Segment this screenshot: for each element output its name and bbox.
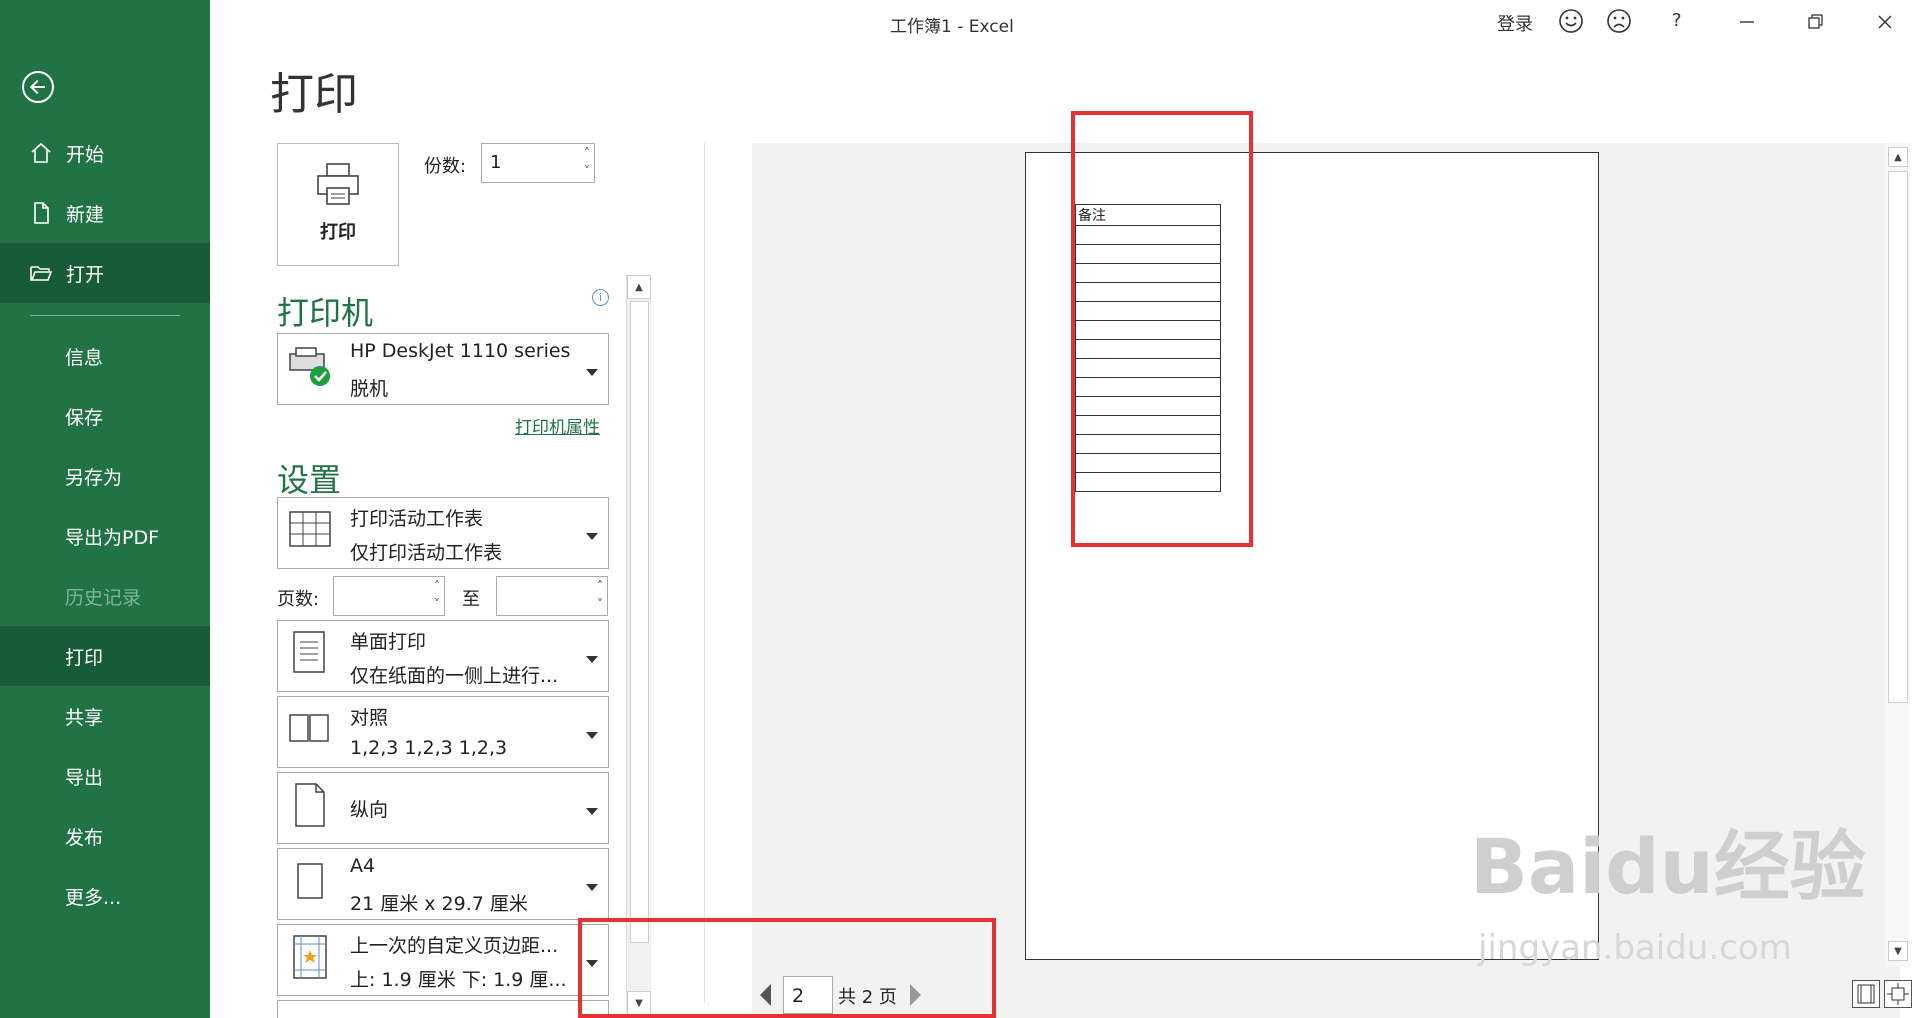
collate-icon	[286, 705, 334, 753]
scroll-thumb[interactable]	[1888, 171, 1908, 703]
margins-dropdown[interactable]: 上一次的自定义页边距... 上: 1.9 厘米 下: 1.9 厘...	[277, 924, 609, 996]
page-title: 打印	[270, 69, 358, 120]
scroll-up-icon[interactable]: ▲	[627, 275, 651, 299]
printer-properties-link[interactable]: 打印机属性	[515, 413, 600, 438]
spin-up-icon[interactable]: ˄	[597, 579, 603, 593]
pages-to-label: 至	[462, 589, 480, 610]
sidebar-item-export[interactable]: 导出	[0, 746, 210, 806]
printer-heading: 打印机	[277, 294, 374, 332]
highlight-box-table	[1071, 111, 1253, 547]
sidebar-divider	[30, 315, 180, 316]
window-title: 工作簿1 - Excel	[890, 17, 1014, 37]
preview-scrollbar[interactable]: ▲ ▼	[1886, 143, 1910, 967]
portrait-page-icon	[286, 781, 334, 829]
total-pages-label: 共 2 页	[838, 987, 897, 1008]
backstage-sidebar: 开始 新建 打开 信息 保存 另存为 导出为PDF 历史记录 打印 共享 导出 …	[0, 0, 210, 1018]
sidebar-item-save-as[interactable]: 另存为	[0, 446, 210, 506]
printer-icon	[315, 162, 361, 210]
restore-icon[interactable]	[1786, 0, 1846, 44]
help-button[interactable]: ?	[1672, 10, 1682, 31]
new-document-icon	[28, 200, 54, 226]
paper-size-dropdown[interactable]: A4 21 厘米 x 29.7 厘米	[277, 848, 609, 920]
spin-down-icon[interactable]: ˅	[597, 597, 603, 611]
chevron-down-icon	[586, 369, 598, 376]
pages-label: 页数:	[277, 589, 320, 610]
sheet-grid-icon	[286, 506, 334, 554]
chevron-down-icon	[586, 656, 598, 663]
collate-dropdown[interactable]: 对照 1,2,3 1,2,3 1,2,3	[277, 696, 609, 768]
spin-up-icon[interactable]: ˄	[584, 146, 590, 160]
sides-dropdown[interactable]: 单面打印 仅在纸面的一侧上进行...	[277, 620, 609, 692]
sidebar-item-publish[interactable]: 发布	[0, 806, 210, 866]
sidebar-item-open[interactable]: 打开	[0, 243, 210, 303]
next-page-icon[interactable]	[910, 984, 921, 1006]
login-link[interactable]: 登录	[1497, 10, 1533, 36]
settings-scrollbar[interactable]: ▲ ▼	[626, 275, 651, 1016]
back-arrow-icon[interactable]	[22, 71, 54, 103]
sidebar-item-save[interactable]: 保存	[0, 386, 210, 446]
show-margins-icon[interactable]	[1852, 980, 1880, 1008]
current-page-input[interactable]: 2	[783, 976, 833, 1014]
panel-divider	[704, 143, 705, 1003]
printer-ready-icon	[286, 342, 334, 390]
previous-page-icon[interactable]	[760, 984, 771, 1006]
sidebar-item-share[interactable]: 共享	[0, 686, 210, 746]
paper-size-icon	[286, 857, 334, 905]
sidebar-item-home[interactable]: 开始	[0, 123, 210, 183]
spin-up-icon[interactable]: ˄	[434, 579, 440, 593]
printer-dropdown[interactable]: HP DeskJet 1110 series 脱机	[277, 333, 609, 405]
chevron-down-icon	[586, 533, 598, 540]
scroll-up-icon[interactable]: ▲	[1888, 147, 1908, 167]
copies-label: 份数:	[424, 156, 467, 177]
minimize-icon[interactable]	[1717, 0, 1777, 44]
folder-open-icon	[28, 260, 54, 286]
sidebar-item-export-pdf[interactable]: 导出为PDF	[0, 506, 210, 566]
more-settings-dropdown[interactable]	[277, 1000, 609, 1018]
pages-to-input[interactable]: ˄ ˅	[496, 576, 608, 616]
chevron-down-icon	[586, 884, 598, 891]
sidebar-item-history: 历史记录	[65, 586, 142, 609]
smile-feedback-icon[interactable]	[1558, 8, 1584, 39]
sidebar-item-print[interactable]: 打印	[0, 626, 210, 686]
home-icon	[28, 140, 54, 166]
print-what-dropdown[interactable]: 打印活动工作表 仅打印活动工作表	[277, 497, 609, 569]
sidebar-item-new[interactable]: 新建	[0, 183, 210, 243]
chevron-down-icon	[586, 808, 598, 815]
chevron-down-icon	[586, 732, 598, 739]
scroll-thumb[interactable]	[630, 301, 649, 943]
one-sided-icon	[286, 629, 334, 677]
custom-margins-icon	[286, 933, 334, 981]
info-icon[interactable]: i	[592, 289, 609, 306]
copies-input[interactable]: 1 ˄ ˅	[481, 143, 595, 183]
sidebar-item-more[interactable]: 更多...	[0, 866, 210, 926]
orientation-dropdown[interactable]: 纵向	[277, 772, 609, 844]
spin-down-icon[interactable]: ˅	[434, 597, 440, 611]
baidu-watermark-logo: Baidu经验	[1470, 822, 1866, 911]
close-icon[interactable]	[1855, 0, 1915, 44]
spin-down-icon[interactable]: ˅	[584, 164, 590, 178]
print-button[interactable]: 打印	[277, 143, 399, 266]
baidu-watermark-url: jingyan.baidu.com	[1478, 928, 1792, 968]
frown-feedback-icon[interactable]	[1606, 8, 1632, 39]
pages-from-input[interactable]: ˄ ˅	[333, 576, 445, 616]
sidebar-item-info[interactable]: 信息	[0, 326, 210, 386]
settings-heading: 设置	[277, 461, 342, 499]
zoom-to-page-icon[interactable]	[1884, 980, 1912, 1008]
scroll-down-icon[interactable]: ▼	[1888, 941, 1908, 961]
